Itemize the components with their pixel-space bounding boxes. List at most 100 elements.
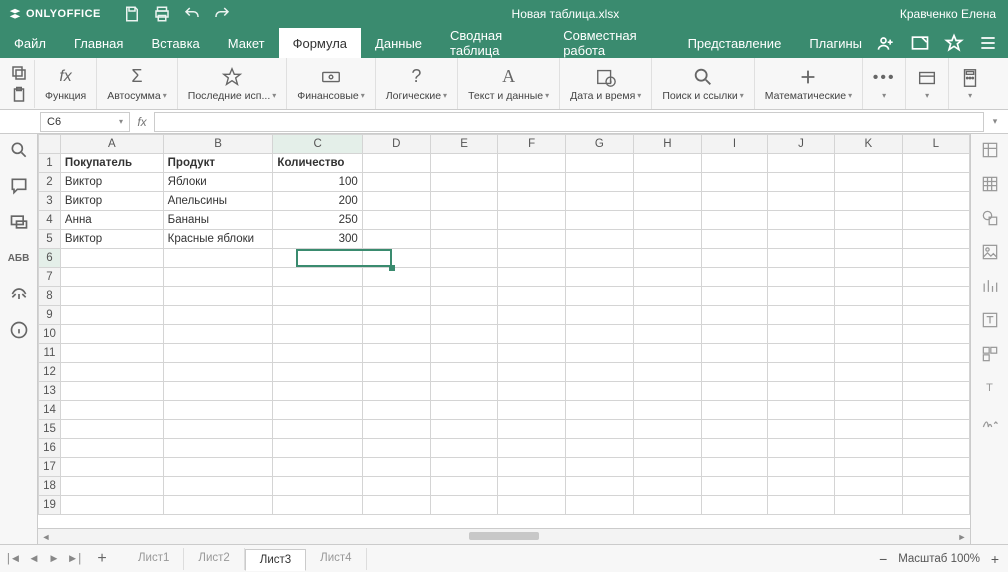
cell-G14[interactable] (565, 401, 633, 420)
cell-J1[interactable] (767, 154, 834, 173)
row-header-18[interactable]: 18 (39, 477, 61, 496)
first-sheet-icon[interactable]: |◄ (6, 551, 22, 567)
cell-D1[interactable] (362, 154, 430, 173)
cell-I19[interactable] (701, 496, 767, 515)
cell-J7[interactable] (767, 268, 834, 287)
cell-H13[interactable] (633, 382, 701, 401)
cell-E17[interactable] (430, 458, 498, 477)
cell-C15[interactable] (273, 420, 362, 439)
shape-settings-icon[interactable] (980, 208, 1000, 228)
cell-E1[interactable] (430, 154, 498, 173)
scroll-left-icon[interactable]: ◄ (38, 529, 54, 544)
cell-H8[interactable] (633, 287, 701, 306)
cell-E4[interactable] (430, 211, 498, 230)
calculation-button[interactable]: ▾ (949, 58, 991, 109)
row-header-3[interactable]: 3 (39, 192, 61, 211)
cell-C19[interactable] (273, 496, 362, 515)
col-header-F[interactable]: F (498, 135, 565, 154)
fill-handle[interactable] (389, 265, 395, 271)
col-header-B[interactable]: B (163, 135, 273, 154)
cell-E9[interactable] (430, 306, 498, 325)
cell-J14[interactable] (767, 401, 834, 420)
fx-label-icon[interactable]: fx (130, 115, 154, 129)
cell-A7[interactable] (60, 268, 163, 287)
redo-icon[interactable] (213, 5, 231, 23)
cell-D4[interactable] (362, 211, 430, 230)
cell-C16[interactable] (273, 439, 362, 458)
menu-плагины[interactable]: Плагины (795, 28, 876, 58)
cell-E11[interactable] (430, 344, 498, 363)
math-button[interactable]: Математические▾ (755, 58, 863, 109)
cell-D15[interactable] (362, 420, 430, 439)
named-ranges-button[interactable]: ▾ (906, 58, 949, 109)
cell-I4[interactable] (701, 211, 767, 230)
financial-button[interactable]: Финансовые▾ (287, 58, 375, 109)
cell-B5[interactable]: Красные яблоки (163, 230, 273, 249)
horizontal-scrollbar[interactable]: ◄ ► (38, 528, 970, 544)
cell-C11[interactable] (273, 344, 362, 363)
cell-F9[interactable] (498, 306, 565, 325)
share-icon[interactable] (876, 33, 896, 53)
cell-I15[interactable] (701, 420, 767, 439)
cell-G17[interactable] (565, 458, 633, 477)
cell-A19[interactable] (60, 496, 163, 515)
cell-J5[interactable] (767, 230, 834, 249)
row-header-11[interactable]: 11 (39, 344, 61, 363)
comments-icon[interactable] (9, 176, 29, 196)
cell-C18[interactable] (273, 477, 362, 496)
cell-G9[interactable] (565, 306, 633, 325)
text-settings-icon[interactable] (980, 310, 1000, 330)
cell-J8[interactable] (767, 287, 834, 306)
cell-H12[interactable] (633, 363, 701, 382)
col-header-C[interactable]: C (273, 135, 362, 154)
menu-файл[interactable]: Файл (0, 28, 60, 58)
menu-главная[interactable]: Главная (60, 28, 137, 58)
cell-E7[interactable] (430, 268, 498, 287)
cell-E3[interactable] (430, 192, 498, 211)
cell-F6[interactable] (498, 249, 565, 268)
cell-A1[interactable]: Покупатель (60, 154, 163, 173)
cell-K11[interactable] (834, 344, 902, 363)
cell-G1[interactable] (565, 154, 633, 173)
cell-B2[interactable]: Яблоки (163, 173, 273, 192)
cell-K13[interactable] (834, 382, 902, 401)
cell-D16[interactable] (362, 439, 430, 458)
cell-C5[interactable]: 300 (273, 230, 362, 249)
row-header-9[interactable]: 9 (39, 306, 61, 325)
cell-L15[interactable] (902, 420, 969, 439)
cell-C17[interactable] (273, 458, 362, 477)
cell-H4[interactable] (633, 211, 701, 230)
cell-I11[interactable] (701, 344, 767, 363)
cell-L6[interactable] (902, 249, 969, 268)
add-sheet-button[interactable]: + (92, 550, 112, 568)
cell-settings-icon[interactable] (980, 140, 1000, 160)
cell-H15[interactable] (633, 420, 701, 439)
cell-L17[interactable] (902, 458, 969, 477)
cell-L18[interactable] (902, 477, 969, 496)
feedback-icon[interactable] (9, 284, 29, 304)
cell-D19[interactable] (362, 496, 430, 515)
slicer-settings-icon[interactable]: T (980, 378, 1000, 398)
cell-B6[interactable] (163, 249, 273, 268)
menu-вставка[interactable]: Вставка (137, 28, 213, 58)
cell-B18[interactable] (163, 477, 273, 496)
cell-F12[interactable] (498, 363, 565, 382)
name-box[interactable]: C6 ▾ (40, 112, 130, 132)
cell-J16[interactable] (767, 439, 834, 458)
cell-I8[interactable] (701, 287, 767, 306)
row-header-12[interactable]: 12 (39, 363, 61, 382)
cell-E19[interactable] (430, 496, 498, 515)
signature-icon[interactable] (980, 412, 1000, 432)
sheet-tab-Лист4[interactable]: Лист4 (306, 548, 366, 570)
cell-K15[interactable] (834, 420, 902, 439)
cell-I9[interactable] (701, 306, 767, 325)
cell-H16[interactable] (633, 439, 701, 458)
cell-J13[interactable] (767, 382, 834, 401)
cell-C6[interactable] (273, 249, 362, 268)
cell-G5[interactable] (565, 230, 633, 249)
cell-E12[interactable] (430, 363, 498, 382)
cell-I14[interactable] (701, 401, 767, 420)
cell-L3[interactable] (902, 192, 969, 211)
cell-F13[interactable] (498, 382, 565, 401)
cell-B16[interactable] (163, 439, 273, 458)
